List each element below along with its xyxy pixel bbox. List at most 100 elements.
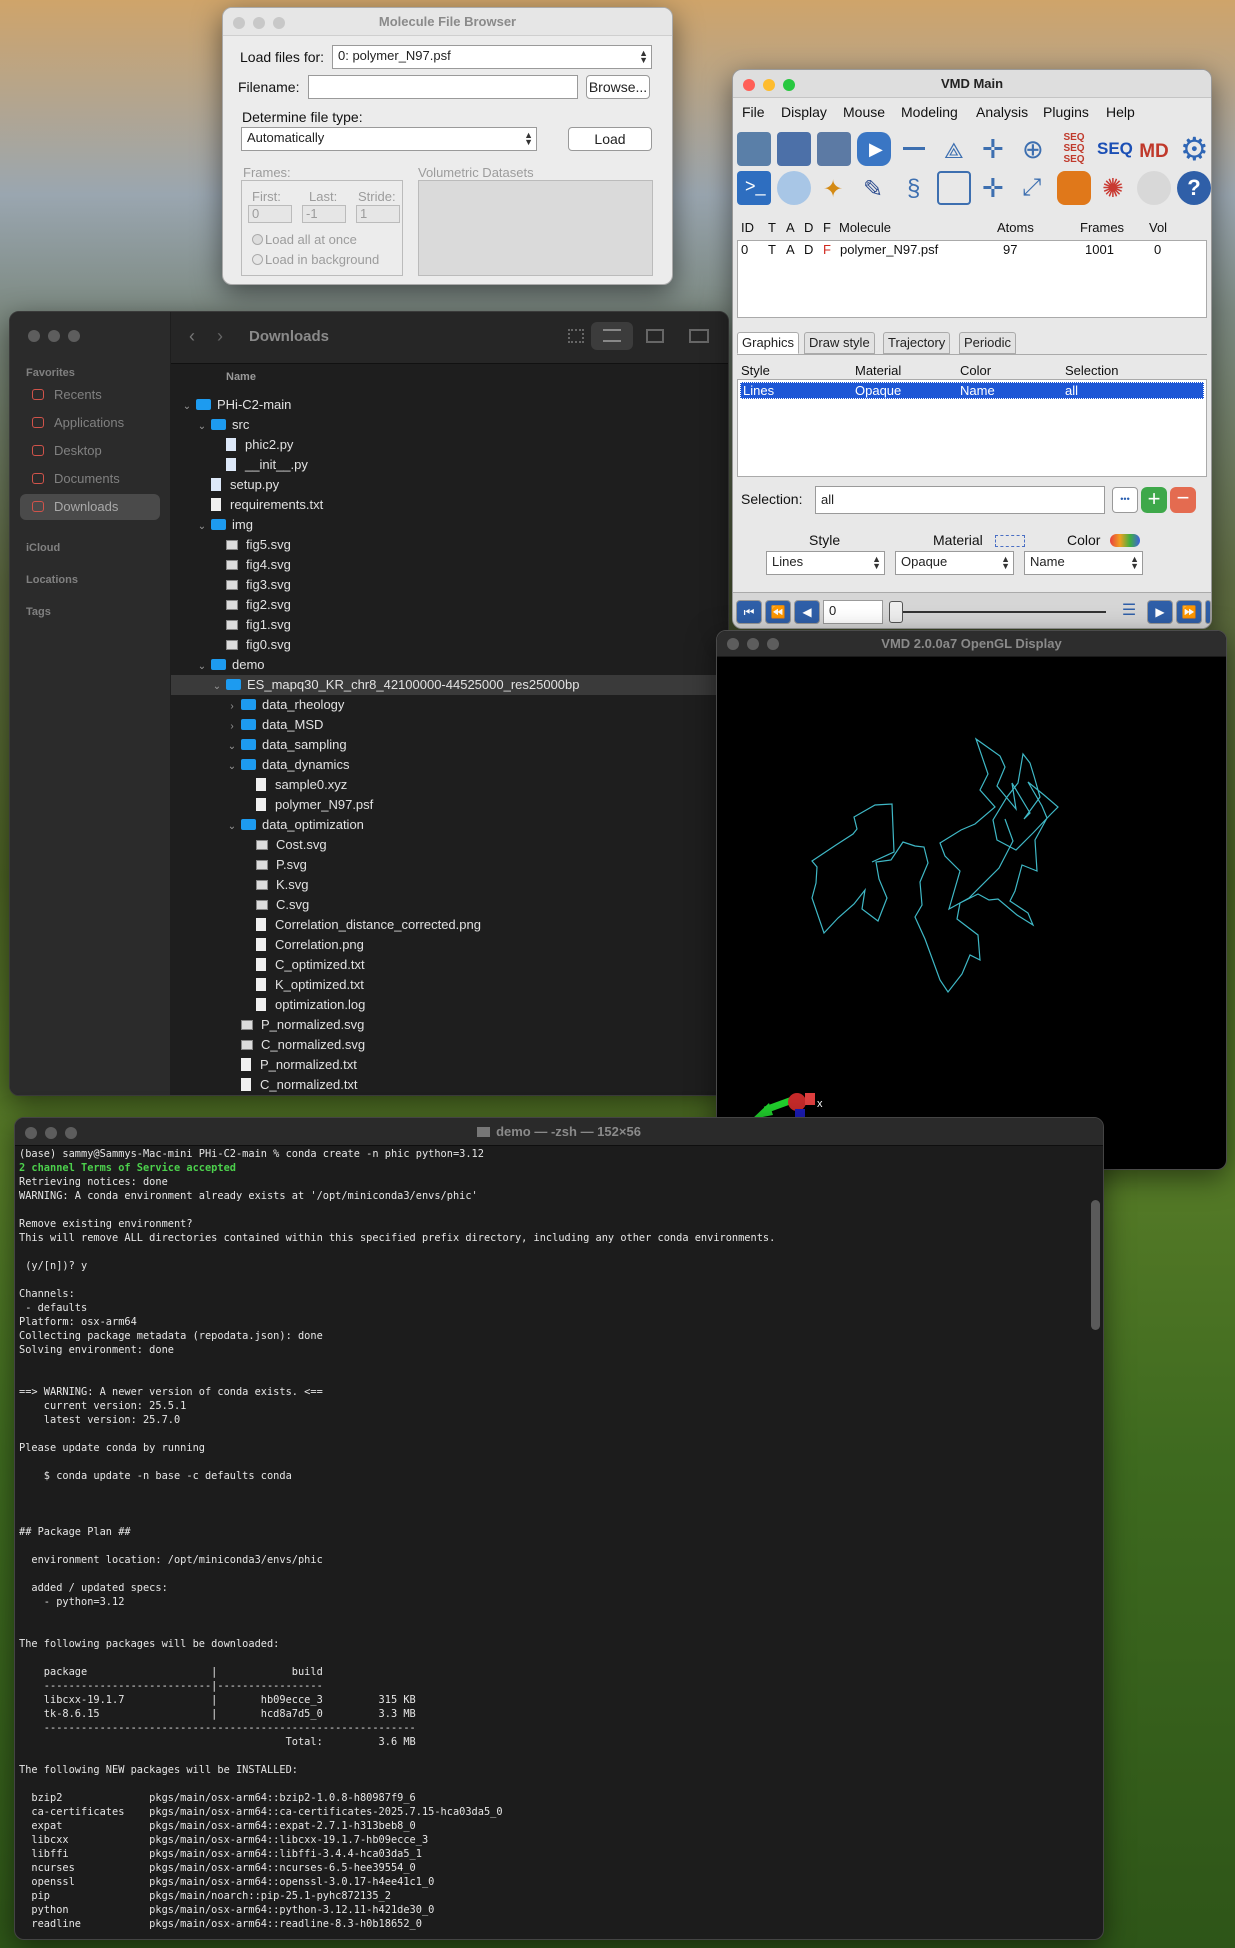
molecule-icon[interactable]: ✺ [1097,171,1131,205]
file-row[interactable]: C_normalized.txt [171,1075,728,1095]
file-row[interactable]: optimization.log [171,995,728,1015]
frame-slider-handle[interactable] [889,601,903,623]
col-a[interactable]: A [786,220,795,235]
chevron-right-icon[interactable]: › [226,717,238,737]
name-column-header[interactable]: Name [226,371,256,383]
file-row[interactable]: phic2.py [171,435,728,455]
settings-gear-icon[interactable]: ⚙ [1177,131,1211,167]
col-f[interactable]: F [823,220,831,235]
menu-plugins[interactable]: Plugins [1043,104,1089,120]
material-select[interactable]: Opaque ▲ ▼ [895,551,1014,575]
save-icon[interactable] [777,132,811,166]
file-row[interactable]: sample0.xyz [171,775,728,795]
terminal-output[interactable]: (base) sammy@Sammys-Mac-mini PHi-C2-main… [19,1147,1083,1939]
zoom-button[interactable] [65,1127,77,1139]
tags-header[interactable]: Tags [26,606,51,618]
file-row[interactable]: setup.py [171,475,728,495]
col-frames[interactable]: Frames [1080,220,1124,235]
close-button[interactable] [743,79,755,91]
column-view-icon[interactable] [646,329,664,343]
scale-icon[interactable]: ⤢ [1017,171,1051,205]
move-icon[interactable]: ✛ [977,132,1011,166]
filetype-select[interactable]: Automatically ▲ ▼ [241,127,537,151]
color-select[interactable]: Name ▲ ▼ [1024,551,1143,575]
locations-header[interactable]: Locations [26,574,78,586]
icloud-header[interactable]: iCloud [26,542,60,554]
chevron-down-icon[interactable]: ⌄ [196,517,208,537]
radio-load-all[interactable]: Load all at once [252,232,357,247]
folder-row[interactable]: ⌄ img [171,515,728,535]
frame-input[interactable]: 0 [823,600,883,624]
zoom-button[interactable] [783,79,795,91]
goto-start-icon[interactable]: ⏮ [736,600,762,624]
folder-row[interactable]: › data_rheology [171,695,728,715]
volumetric-list[interactable] [418,180,653,276]
speed-settings-icon[interactable]: ☰ [1116,600,1142,624]
list-view-button[interactable] [591,322,633,350]
zoom-button[interactable] [273,17,285,29]
menu-analysis[interactable]: Analysis [976,104,1028,120]
seq-icon[interactable]: SEQ [1097,132,1133,166]
sidebar-item-desktop[interactable]: Desktop [20,438,160,464]
rep-row-selected[interactable]: Lines Opaque Name all [740,382,1204,399]
chevron-down-icon[interactable]: ⌄ [226,757,238,777]
minimize-button[interactable] [747,638,759,650]
file-row[interactable]: P.svg [171,855,728,875]
file-row[interactable]: P_normalized.svg [171,1015,728,1035]
file-row[interactable]: C_optimized.txt [171,955,728,975]
molecule-list[interactable]: 0 T A D F polymer_N97.psf 97 1001 0 [737,240,1207,318]
file-row[interactable]: C.svg [171,895,728,915]
qwikmd-icon[interactable]: MD [1137,132,1171,166]
minimize-button[interactable] [763,79,775,91]
file-row[interactable]: Cost.svg [171,835,728,855]
menu-modeling[interactable]: Modeling [901,104,958,120]
chevron-down-icon[interactable]: ⌄ [226,737,238,757]
camera-icon[interactable] [817,132,851,166]
help-question-icon[interactable]: ? [1177,171,1211,205]
terminal-scrollbar[interactable] [1091,1200,1100,1330]
magic-wand-icon[interactable]: ✦ [817,171,851,205]
mol-displayed[interactable]: D [804,242,813,257]
play-forward-icon[interactable]: ▶ [1147,600,1173,624]
selection-input[interactable]: all [815,486,1105,514]
close-button[interactable] [25,1127,37,1139]
mol-top[interactable]: T [768,242,776,257]
stride-input[interactable]: 1 [356,205,400,223]
tab-periodic[interactable]: Periodic [959,332,1016,354]
terminal-icon[interactable]: >_ [737,171,771,205]
file-row[interactable]: polymer_N97.psf [171,795,728,815]
file-row[interactable]: fig2.svg [171,595,728,615]
close-button[interactable] [727,638,739,650]
gallery-view-icon[interactable] [689,329,709,343]
folder-row[interactable]: › data_MSD [171,715,728,735]
folder-row[interactable]: ⌄ data_dynamics [171,755,728,775]
mol-fixed[interactable]: F [823,242,831,257]
file-row[interactable]: requirements.txt [171,495,728,515]
file-row[interactable]: Correlation.png [171,935,728,955]
play-reverse-icon[interactable]: ◀ [794,600,820,624]
bond-icon[interactable] [897,132,931,166]
file-row[interactable]: P_normalized.txt [171,1055,728,1075]
tab-draw-style[interactable]: Draw style [804,332,875,354]
folder-row[interactable]: ⌄ PHi-C2-main [171,395,728,415]
chevron-down-icon[interactable]: ⌄ [181,397,193,417]
more-options-button[interactable]: ••• [1112,487,1138,513]
molecule-row[interactable]: 0 T A D F polymer_N97.psf 97 1001 0 [738,241,1206,259]
menu-help[interactable]: Help [1106,104,1135,120]
folder-row[interactable]: ⌄ src [171,415,728,435]
file-row[interactable]: fig1.svg [171,615,728,635]
fast-forward-icon[interactable]: ⏩ [1176,600,1202,624]
folder-row[interactable]: ⌄ ES_mapq30_KR_chr8_42100000-44525000_res… [171,675,728,695]
material-editor-icon[interactable] [995,535,1025,547]
rotate-icon[interactable]: ⊕ [1017,132,1051,166]
folder-row[interactable]: ⌄ data_sampling [171,735,728,755]
dna-icon[interactable]: § [897,171,931,205]
chevron-down-icon[interactable]: ⌄ [226,817,238,837]
col-molecule[interactable]: Molecule [839,220,891,235]
col-t[interactable]: T [768,220,776,235]
menu-display[interactable]: Display [781,104,827,120]
file-row[interactable]: fig5.svg [171,535,728,555]
paint-icon[interactable]: ✎ [857,171,891,205]
load-button[interactable]: Load [568,127,652,151]
col-vol[interactable]: Vol [1149,220,1167,235]
